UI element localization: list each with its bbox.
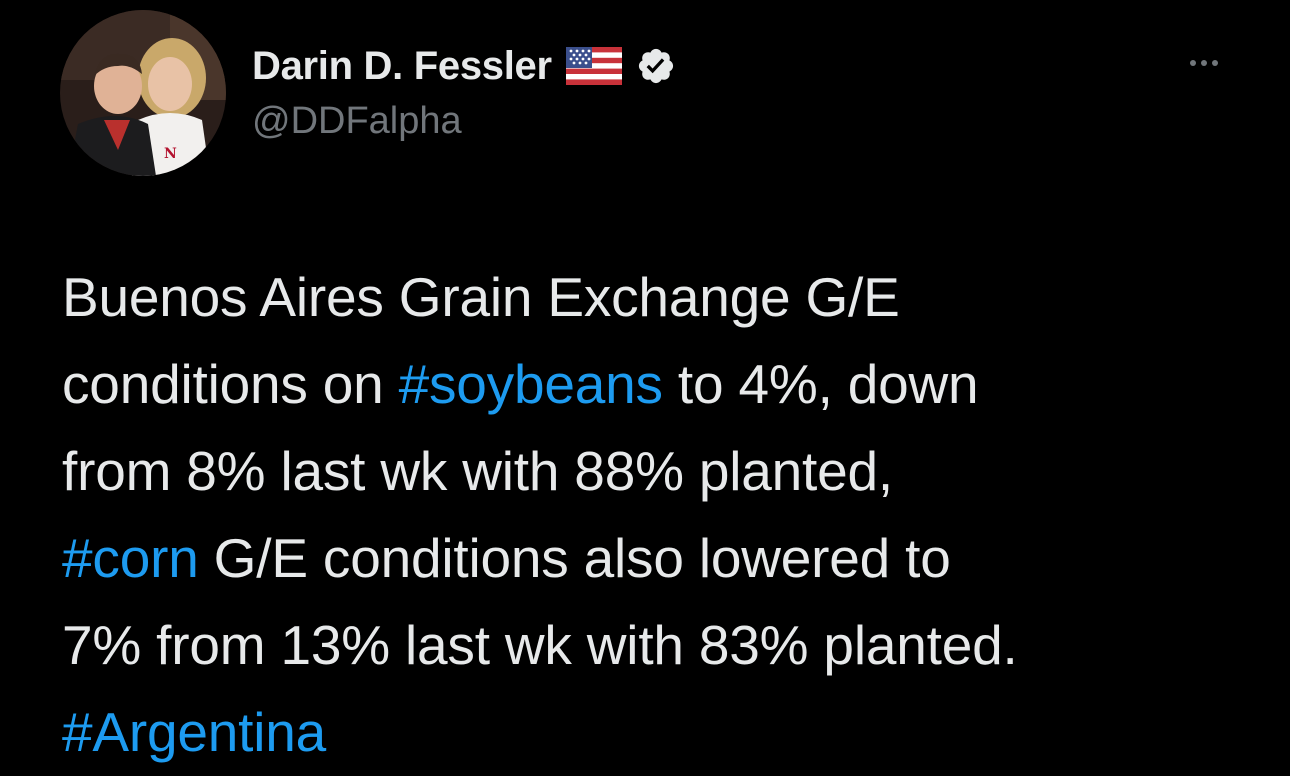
tweet-line: 7% from 13% last wk with 83% planted.	[62, 602, 1262, 689]
us-flag-icon	[565, 47, 622, 85]
more-options-icon	[1201, 60, 1207, 66]
tweet-text-segment: Buenos Aires Grain Exchange G/E	[62, 266, 900, 328]
hashtag-argentina[interactable]: #Argentina	[62, 701, 326, 763]
author-name-row: Darin D. Fessler	[252, 40, 676, 92]
tweet-line: #Argentina	[62, 689, 1262, 776]
tweet-text-segment: from 8% last wk with 88% planted,	[62, 440, 893, 502]
tweet-line: conditions on #soybeans to 4%, down	[62, 341, 1262, 428]
more-options-button[interactable]	[1180, 48, 1228, 78]
tweet-text-segment: 7% from 13% last wk with 83% planted.	[62, 614, 1018, 676]
verified-badge-icon[interactable]	[636, 46, 676, 86]
author-handle[interactable]: @DDFalpha	[252, 100, 462, 143]
tweet: N Darin D. Fessler @DDFalpha Buenos Aire…	[0, 0, 1290, 770]
tweet-text-segment: G/E conditions also lowered to	[198, 527, 951, 589]
tweet-line: from 8% last wk with 88% planted,	[62, 428, 1262, 515]
avatar[interactable]: N	[60, 10, 226, 176]
tweet-line: Buenos Aires Grain Exchange G/E	[62, 254, 1262, 341]
tweet-text-segment: conditions on	[62, 353, 399, 415]
tweet-text: Buenos Aires Grain Exchange G/E conditio…	[62, 254, 1262, 776]
display-name[interactable]: Darin D. Fessler	[252, 44, 552, 89]
more-options-icon	[1212, 60, 1218, 66]
more-options-icon	[1190, 60, 1196, 66]
tweet-line: #corn G/E conditions also lowered to	[62, 515, 1262, 602]
hashtag-soybeans[interactable]: #soybeans	[399, 353, 663, 415]
svg-text:N: N	[164, 146, 177, 162]
tweet-text-segment: to 4%, down	[662, 353, 979, 415]
hashtag-corn[interactable]: #corn	[62, 527, 199, 589]
